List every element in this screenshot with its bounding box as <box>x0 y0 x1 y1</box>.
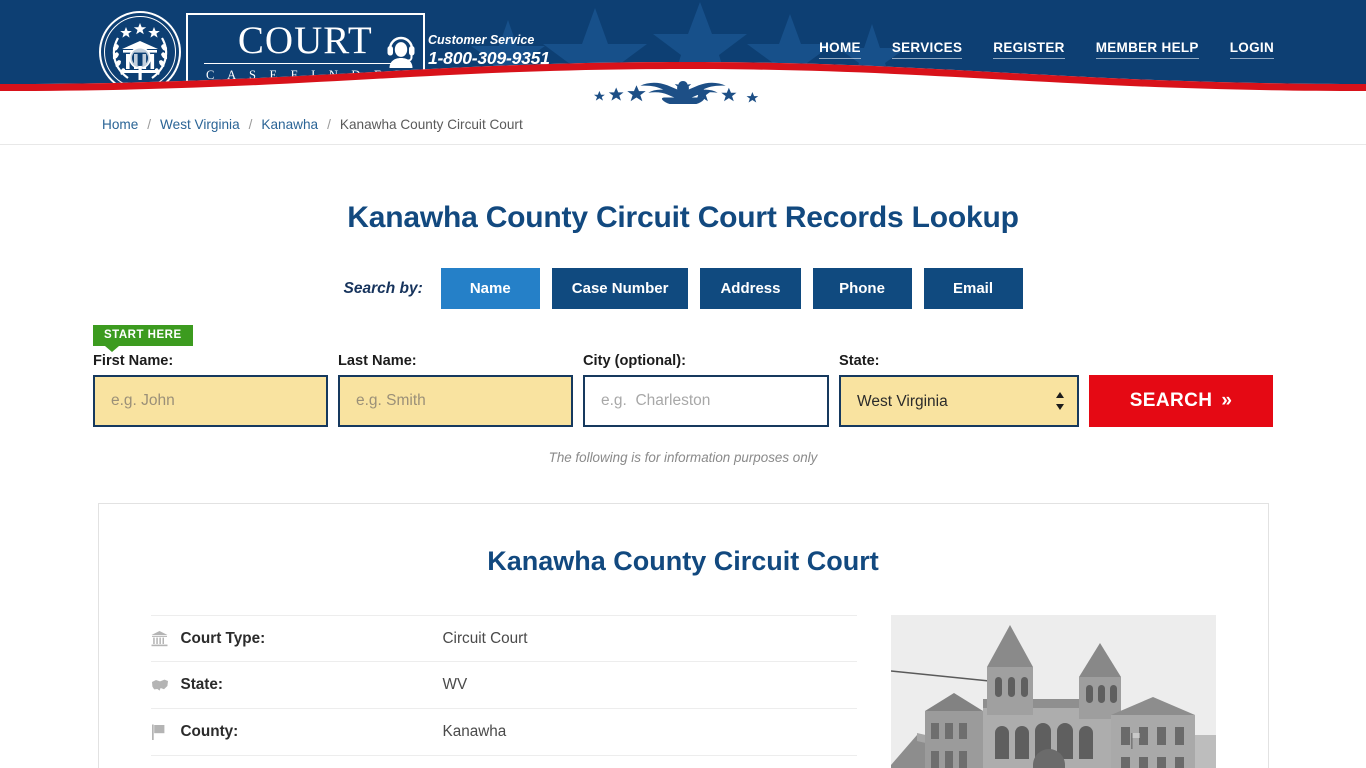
page-title: Kanawha County Circuit Court Records Loo… <box>347 201 1019 234</box>
breadcrumb-item-home[interactable]: Home <box>102 117 138 132</box>
court-card-title: Kanawha County Circuit Court <box>487 546 879 576</box>
tab-email[interactable]: Email <box>923 268 1023 309</box>
tab-case-number[interactable]: Case Number <box>551 268 689 309</box>
breadcrumb-item-current: Kanawha County Circuit Court <box>339 116 523 132</box>
court-detail-card: Kanawha County Circuit Court Court Type: <box>97 503 1269 768</box>
us-map-icon <box>151 678 181 692</box>
city-input[interactable] <box>583 375 829 427</box>
disclaimer-text: The following is for information purpose… <box>548 450 818 465</box>
state-select[interactable]: West Virginia <box>839 375 1079 427</box>
flag-icon <box>151 724 181 740</box>
nav-item-member-help[interactable]: MEMBER HELP <box>1095 40 1199 59</box>
breadcrumb-item-west-virginia[interactable]: West Virginia <box>160 117 240 132</box>
last-name-input[interactable] <box>338 375 573 427</box>
city-field-group: City (optional): <box>583 353 829 427</box>
search-button-label: SEARCH <box>1129 390 1213 411</box>
detail-value: Kanawha <box>442 723 507 740</box>
courthouse-photo-wrap <box>890 615 1216 768</box>
detail-label: State: <box>180 676 224 693</box>
tab-address[interactable]: Address <box>700 268 801 309</box>
detail-value: Circuit Court <box>442 629 528 647</box>
last-name-field-group: Last Name: <box>338 353 573 427</box>
first-name-field-group: First Name: <box>93 353 328 427</box>
nav-item-home[interactable]: HOME <box>819 40 861 59</box>
nav-item-register[interactable]: REGISTER <box>993 40 1065 59</box>
breadcrumb-separator: / <box>327 116 331 132</box>
table-row: County: Kanawha <box>150 709 857 756</box>
nav-item-login[interactable]: LOGIN <box>1229 40 1274 59</box>
search-button-chevron-icon: » <box>1221 390 1233 411</box>
bank-courthouse-icon <box>151 630 181 647</box>
breadcrumb: Home / West Virginia / Kanawha / Kanawha… <box>0 104 1366 145</box>
court-detail-list: Court Type: Circuit Court State: WV Coun… <box>150 615 857 768</box>
search-form: START HERE First Name: Last Name: City (… <box>93 325 1273 427</box>
logo-main-text: COURT <box>237 18 373 62</box>
first-name-input[interactable] <box>93 375 328 427</box>
detail-value: WV <box>442 676 468 693</box>
breadcrumb-item-kanawha[interactable]: Kanawha <box>261 117 318 132</box>
start-here-badge: START HERE <box>93 325 193 352</box>
site-header: COURT C A S E F I N D E R Customer Servi… <box>0 0 1366 104</box>
customer-service-label: Customer Service <box>428 32 535 47</box>
city-label: City (optional): <box>583 353 686 369</box>
state-label: State: <box>839 353 880 369</box>
detail-label: County: <box>180 723 239 740</box>
courthouse-photo <box>890 615 1216 768</box>
search-button[interactable]: SEARCH » <box>1089 375 1273 427</box>
eagle-stars-emblem <box>593 81 759 104</box>
breadcrumb-separator: / <box>248 116 253 132</box>
last-name-label: Last Name: <box>338 353 417 369</box>
table-row: State: WV <box>150 662 857 709</box>
breadcrumb-separator: / <box>147 116 152 132</box>
search-by-label: Search by: <box>343 279 423 297</box>
nav-item-services[interactable]: SERVICES <box>891 40 963 59</box>
first-name-label: First Name: <box>93 353 174 369</box>
detail-label: Court Type: <box>180 629 266 647</box>
search-by-tabs: Search by: Name Case Number Address Phon… <box>0 268 1366 309</box>
tab-name[interactable]: Name <box>440 268 540 309</box>
table-row: Court Type: Circuit Court <box>150 615 857 662</box>
state-field-group: State: West Virginia <box>839 353 1079 427</box>
main-navigation: HOME SERVICES REGISTER MEMBER HELP LOGIN <box>819 40 1274 59</box>
tab-phone[interactable]: Phone <box>812 268 912 309</box>
